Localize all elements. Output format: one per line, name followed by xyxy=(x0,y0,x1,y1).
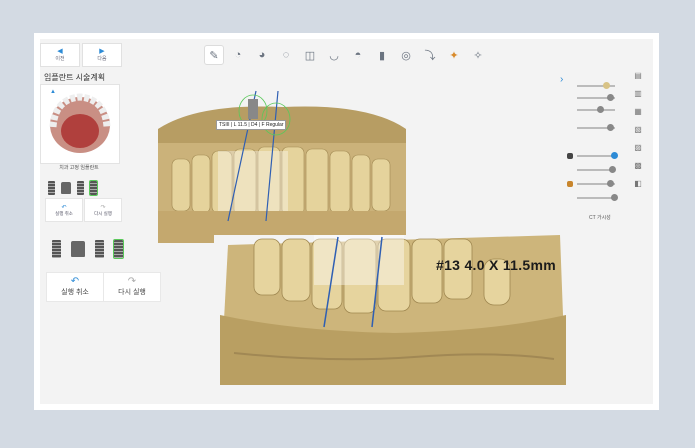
implant-size-label: #13 4.0 X 11.5mm xyxy=(436,257,556,273)
implant-screw-large-icon[interactable] xyxy=(95,240,104,258)
implant-abutment-icon[interactable] xyxy=(61,182,71,194)
implant-info-label: TSIII | L 11.5 | D4 | F Regular xyxy=(216,120,287,130)
redo-button[interactable]: ↷ 다시 실행 xyxy=(103,272,161,302)
dental-model-view[interactable] xyxy=(158,81,408,243)
ct-visibility-label: CT 가시성 xyxy=(589,215,611,221)
step-margin-icon[interactable]: ◓ xyxy=(348,45,368,65)
pointer-tool-icon[interactable]: ✎ xyxy=(204,45,224,65)
visibility-slider-1[interactable] xyxy=(577,82,615,89)
app-window: ✎ ◔ ◕ ◌ ◫ ◡ ◓ ▮ ◎ ⤵ ✦ ✧ ◀ 이전 ▶ 다음 임플란트 시… xyxy=(40,39,653,404)
undo-large-icon: ↶ xyxy=(70,276,80,287)
implant-fixture-icon[interactable] xyxy=(48,181,55,195)
step-person-icon[interactable]: ✦ xyxy=(444,45,464,65)
redo-large-icon: ↷ xyxy=(127,276,137,287)
thumbnail-caption: 치과 고정 임플란트 xyxy=(59,165,99,171)
implant-tools-small xyxy=(48,180,98,196)
tooth-color-swatch-icon xyxy=(567,153,573,159)
undo-button[interactable]: ↶ 실행 취소 xyxy=(46,272,104,302)
prev-button[interactable]: ◀ 이전 xyxy=(40,43,80,67)
step-scan-icon[interactable]: ◔ xyxy=(228,45,248,65)
expand-chevron-icon[interactable]: › xyxy=(560,74,563,85)
step-export-icon[interactable]: ✧ xyxy=(468,45,488,65)
jaw-thumbnail[interactable]: ▲ xyxy=(40,84,120,164)
undo-icon: ↶ xyxy=(61,204,67,211)
plan-title: 임플란트 시술계획 xyxy=(44,73,106,82)
redo-icon: ↷ xyxy=(100,204,106,211)
step-implant-icon[interactable]: ▮ xyxy=(372,45,392,65)
implant-tools-large xyxy=(52,239,124,259)
implant-abutment-large-icon[interactable] xyxy=(71,241,85,257)
implant-color-swatch-icon xyxy=(567,181,573,187)
step-tooth-icon[interactable]: ◌ xyxy=(276,45,296,65)
implant-selected-icon[interactable] xyxy=(89,180,98,196)
implant-fixture-large-icon[interactable] xyxy=(52,240,61,258)
view-icon-2[interactable]: ▥ xyxy=(633,89,643,99)
screenshot-frame: ✎ ◔ ◕ ◌ ◫ ◡ ◓ ▮ ◎ ⤵ ✦ ✧ ◀ 이전 ▶ 다음 임플란트 시… xyxy=(34,33,659,410)
redo-small-button[interactable]: ↷ 다시 실행 xyxy=(84,198,122,222)
step-crown-icon[interactable]: ◡ xyxy=(324,45,344,65)
visibility-slider-8[interactable] xyxy=(577,194,618,201)
view-icon-3[interactable]: ▦ xyxy=(633,107,643,117)
implant-screw-icon[interactable] xyxy=(77,181,84,195)
right-arrow-icon: ▶ xyxy=(99,48,105,55)
view-icon-1[interactable]: ▤ xyxy=(633,71,643,81)
implant-selected-large-icon[interactable] xyxy=(113,239,124,259)
view-icon-7[interactable]: ◧ xyxy=(633,179,643,189)
step-align-icon[interactable]: ◕ xyxy=(252,45,272,65)
visibility-slider-7[interactable] xyxy=(577,180,615,187)
visibility-slider-4[interactable] xyxy=(577,124,615,131)
visibility-slider-2[interactable] xyxy=(577,94,615,101)
visibility-slider-3[interactable] xyxy=(577,106,615,113)
left-arrow-icon: ◀ xyxy=(57,48,63,55)
svg-text:▲: ▲ xyxy=(50,89,56,95)
visibility-slider-5[interactable] xyxy=(577,152,618,159)
view-icon-6[interactable]: ▩ xyxy=(633,161,643,171)
undo-small-button[interactable]: ↶ 실행 취소 xyxy=(45,198,83,222)
visibility-slider-6[interactable] xyxy=(577,166,616,173)
view-icon-5[interactable]: ▨ xyxy=(633,143,643,153)
next-button[interactable]: ▶ 다음 xyxy=(82,43,122,67)
view-icon-4[interactable]: ▧ xyxy=(633,125,643,135)
visibility-panel: CT 가시성 ▤ ▥ ▦ ▧ ▨ ▩ ◧ xyxy=(567,67,653,237)
step-guide-icon[interactable]: ⤵ xyxy=(420,45,440,65)
step-sleeve-icon[interactable]: ◎ xyxy=(396,45,416,65)
top-toolbar: ✎ ◔ ◕ ◌ ◫ ◡ ◓ ▮ ◎ ⤵ ✦ ✧ xyxy=(204,44,488,66)
nav-buttons: ◀ 이전 ▶ 다음 xyxy=(40,43,122,67)
step-lower-jaw-icon[interactable]: ◫ xyxy=(300,45,320,65)
upper-jaw-thumbnail-image: ▲ xyxy=(49,89,111,153)
